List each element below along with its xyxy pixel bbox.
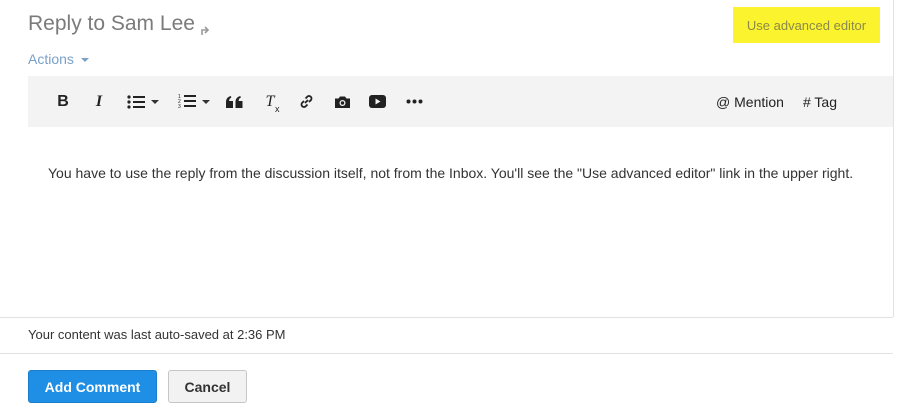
chevron-down-icon	[80, 58, 89, 62]
external-link-icon[interactable]	[200, 18, 210, 35]
reply-editor-page: Reply to Sam Lee Use advanced editor Act…	[0, 0, 904, 420]
cancel-button[interactable]: Cancel	[168, 370, 247, 403]
reply-header: Reply to Sam Lee	[28, 12, 210, 36]
bold-icon: B	[57, 92, 69, 110]
blockquote-button[interactable]	[224, 76, 244, 127]
actions-label: Actions	[28, 51, 74, 67]
quote-icon	[225, 95, 242, 108]
link-icon	[300, 95, 312, 108]
numbered-list-button[interactable]: 1 2 3	[173, 76, 215, 127]
bulleted-list-button[interactable]	[122, 76, 164, 127]
bold-button[interactable]: B	[54, 76, 72, 127]
numbered-list-dropdown-icon	[202, 99, 210, 104]
mention-button[interactable]: @ Mention	[714, 76, 786, 127]
italic-icon: I	[95, 92, 103, 110]
add-comment-button[interactable]: Add Comment	[28, 370, 157, 403]
svg-text:3: 3	[178, 104, 181, 109]
tag-button[interactable]: # Tag	[800, 76, 840, 127]
numbered-list-icon: 1 2 3	[178, 94, 196, 109]
autosave-status: Your content was last auto-saved at 2:36…	[28, 327, 286, 342]
clear-formatting-button[interactable]: Tx	[260, 76, 280, 127]
more-icon	[406, 99, 422, 104]
clear-formatting-icon: Tx	[265, 92, 280, 114]
use-advanced-editor-link[interactable]: Use advanced editor	[733, 7, 880, 43]
insert-image-button[interactable]	[332, 76, 352, 127]
divider-bottom	[0, 353, 893, 354]
italic-button[interactable]: I	[90, 76, 108, 127]
insert-video-button[interactable]	[367, 76, 387, 127]
divider-top	[0, 317, 893, 318]
link-button[interactable]	[296, 76, 316, 127]
editor-body[interactable]: You have to use the reply from the discu…	[48, 160, 868, 186]
bulleted-list-icon	[127, 94, 145, 109]
editor-toolbar: B I 1 2 3 T x @ Mention # Tag	[28, 76, 893, 127]
right-divider	[893, 0, 894, 317]
camera-icon	[334, 96, 350, 108]
page-title: Reply to Sam Lee	[28, 12, 195, 35]
actions-dropdown[interactable]: Actions	[28, 51, 89, 67]
bulleted-list-dropdown-icon	[151, 99, 159, 104]
video-play-icon	[368, 95, 386, 108]
more-options-button[interactable]	[404, 76, 424, 127]
